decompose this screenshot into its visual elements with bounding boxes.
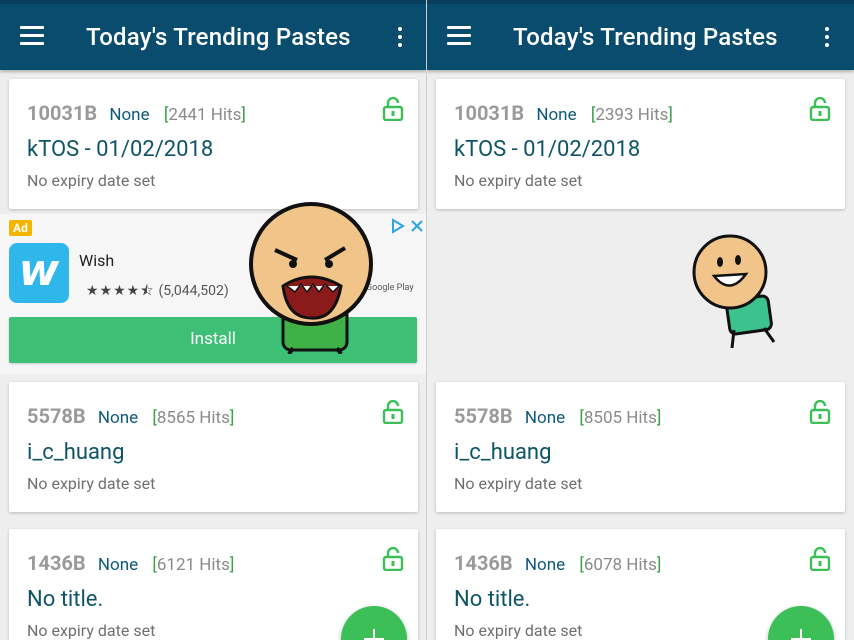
app-bar: Today's Trending Pastes <box>0 0 427 70</box>
paste-title: kTOS - 01/02/2018 <box>27 137 214 162</box>
paste-title: i_c_huang <box>454 440 552 465</box>
paste-syntax: None <box>524 408 566 428</box>
ad-choices-icon[interactable] <box>387 217 427 235</box>
paste-size: 10031B <box>27 101 98 125</box>
paste-hits: 8565 Hits <box>156 408 230 428</box>
paste-hits: 6078 Hits <box>583 555 657 575</box>
hamburger-menu-icon[interactable] <box>447 26 473 46</box>
lock-open-icon <box>809 97 831 121</box>
paste-card[interactable]: 5578B None [8565 Hits] i_c_huang No expi… <box>9 382 418 512</box>
more-vert-icon[interactable] <box>821 27 833 49</box>
ad-app-name[interactable]: Wish <box>79 251 114 270</box>
paste-syntax: None <box>97 408 139 428</box>
lock-open-icon <box>809 547 831 571</box>
lock-open-icon <box>809 400 831 424</box>
paste-syntax: None <box>524 555 566 575</box>
paste-title: No title. <box>27 587 104 612</box>
paste-title: No title. <box>454 587 531 612</box>
paste-syntax: None <box>97 555 139 575</box>
paste-size: 10031B <box>454 101 525 125</box>
paste-hits: 2393 Hits <box>595 105 669 125</box>
paste-title: kTOS - 01/02/2018 <box>454 137 641 162</box>
paste-meta: 1436B None [6121 Hits] <box>27 551 235 575</box>
paste-expiry: No expiry date set <box>454 171 583 190</box>
app-bar: Today's Trending Pastes <box>427 0 854 70</box>
ad-rating: ★★★★⯪ (5,044,502) <box>86 280 229 304</box>
paste-meta: 10031B None [2393 Hits] <box>454 101 673 125</box>
app-title: Today's Trending Pastes <box>86 23 351 51</box>
paste-size: 1436B <box>454 551 513 575</box>
paste-card[interactable]: 5578B None [8505 Hits] i_c_huang No expi… <box>436 382 845 512</box>
lock-open-icon <box>382 400 404 424</box>
left-screen: Today's Trending Pastes 10031B None [244… <box>0 0 427 640</box>
angry-cartoon-sticker <box>249 202 373 354</box>
paste-expiry: No expiry date set <box>27 621 156 640</box>
paste-hits: 2441 Hits <box>168 105 242 125</box>
paste-expiry: No expiry date set <box>27 474 156 493</box>
paste-meta: 1436B None [6078 Hits] <box>454 551 662 575</box>
paste-meta: 5578B None [8505 Hits] <box>454 404 662 428</box>
paste-expiry: No expiry date set <box>454 621 583 640</box>
wish-app-logo[interactable]: w <box>9 243 69 303</box>
paste-title: i_c_huang <box>27 440 125 465</box>
paste-meta: 5578B None [8565 Hits] <box>27 404 235 428</box>
paste-expiry: No expiry date set <box>27 171 156 190</box>
paste-size: 1436B <box>27 551 86 575</box>
paste-card[interactable]: 10031B None [2393 Hits] kTOS - 01/02/201… <box>436 79 845 209</box>
right-screen: Today's Trending Pastes 10031B None [239… <box>427 0 854 640</box>
more-vert-icon[interactable] <box>394 27 406 49</box>
paste-syntax: None <box>536 105 577 125</box>
paste-hits: 8505 Hits <box>583 408 657 428</box>
happy-cartoon-sticker <box>692 234 776 349</box>
paste-hits: 6121 Hits <box>156 555 230 575</box>
paste-syntax: None <box>109 105 150 125</box>
paste-card[interactable]: 10031B None [2441 Hits] kTOS - 01/02/201… <box>9 79 418 209</box>
paste-meta: 10031B None [2441 Hits] <box>27 101 246 125</box>
hamburger-menu-icon[interactable] <box>20 26 46 46</box>
app-title: Today's Trending Pastes <box>513 23 778 51</box>
paste-size: 5578B <box>27 404 86 428</box>
paste-expiry: No expiry date set <box>454 474 583 493</box>
lock-open-icon <box>382 547 404 571</box>
paste-size: 5578B <box>454 404 513 428</box>
rating-count: (5,044,502) <box>158 283 229 299</box>
lock-open-icon <box>382 97 404 121</box>
ad-badge: Ad <box>9 220 32 236</box>
rating-stars: ★★★★⯪ <box>86 283 155 299</box>
